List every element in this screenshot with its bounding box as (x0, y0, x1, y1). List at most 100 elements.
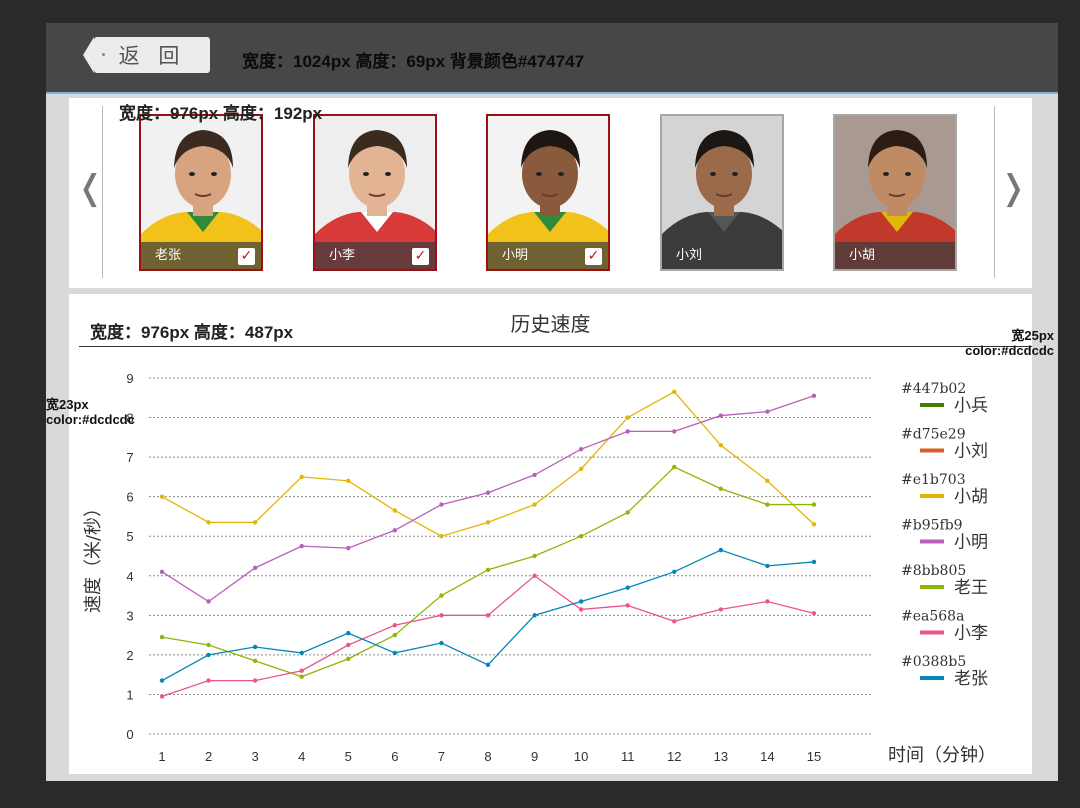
data-point (672, 429, 677, 434)
left-note-width: 宽23px (46, 397, 89, 412)
data-point (811, 522, 817, 527)
player-card[interactable]: 老张 ✓ (139, 114, 263, 271)
legend-label: 小明 (954, 533, 988, 553)
player-selector: ❬ ❭ 老张 ✓ 小李 ✓ 小明 ✓ 小刘 小胡 宽度：976px 高度：192px (69, 98, 1032, 288)
checkbox-checked-icon[interactable]: ✓ (585, 248, 602, 265)
data-point (346, 478, 351, 484)
data-point (765, 409, 770, 414)
data-point (625, 510, 630, 515)
player-name: 小刘 (662, 242, 782, 269)
legend-color-code: #8bb805 (901, 563, 966, 579)
data-point (811, 393, 817, 398)
legend-color-code: #d75e29 (901, 427, 966, 443)
app-frame: 返 回 宽度：1024px 高度：69px 背景颜色#474747 ❬ ❭ 老张… (46, 23, 1058, 781)
series-line (161, 391, 815, 537)
data-point (439, 640, 444, 646)
data-point (159, 494, 165, 499)
legend-label: 老王 (954, 578, 988, 598)
legend-label: 小刘 (954, 442, 988, 462)
legend-color-code: #0388b5 (901, 654, 966, 670)
data-point (578, 607, 584, 612)
y-tick-label: 2 (126, 648, 133, 663)
left-note-color: color:#dcdcdc (46, 412, 135, 427)
x-tick-label: 3 (252, 749, 259, 764)
legend-color-code: #b95fb9 (901, 518, 963, 534)
data-point (718, 413, 724, 418)
data-point (765, 563, 770, 569)
data-point (672, 464, 677, 470)
data-point (252, 565, 258, 571)
legend-color-code: #ea568a (901, 609, 964, 625)
legend-color-code: #e1b703 (901, 472, 966, 488)
x-tick-label: 4 (298, 749, 305, 764)
right-divider (994, 106, 995, 278)
data-point (206, 520, 211, 525)
x-tick-label: 10 (574, 749, 588, 764)
prev-arrow-button[interactable]: ❬ (76, 168, 105, 208)
back-button[interactable]: 返 回 (83, 37, 210, 73)
y-tick-label: 0 (126, 727, 133, 742)
player-name: 小胡 (835, 242, 955, 269)
legend-label: 小兵 (954, 396, 988, 416)
data-point (159, 694, 165, 699)
data-point (578, 447, 584, 452)
data-point (252, 520, 258, 525)
legend-color-code: #447b02 (901, 381, 966, 397)
legend-label: 老张 (954, 669, 988, 689)
next-arrow-button[interactable]: ❭ (999, 168, 1028, 208)
y-tick-label: 4 (126, 569, 133, 584)
y-tick-label: 7 (126, 450, 133, 465)
data-point (625, 603, 630, 608)
data-point (159, 569, 165, 575)
left-divider (102, 106, 103, 278)
data-point (206, 678, 211, 683)
data-point (299, 668, 304, 673)
data-point (578, 466, 584, 472)
data-point (299, 674, 304, 679)
data-point (439, 613, 444, 618)
data-point (672, 619, 677, 624)
player-card[interactable]: 小李 ✓ (313, 114, 437, 271)
legend-label: 小李 (954, 624, 988, 644)
x-tick-label: 14 (760, 749, 774, 764)
y-tick-label: 6 (126, 490, 133, 505)
data-point (159, 634, 165, 640)
y-tick-label: 1 (126, 687, 133, 702)
line-chart: 01234567891 2 3 4 5 6 7 8 9 10 11 12 13 14 15 时间（分钟）速度（… (83, 371, 996, 766)
checkbox-checked-icon[interactable]: ✓ (238, 248, 255, 265)
data-point (252, 658, 258, 664)
data-point (625, 585, 630, 590)
x-axis-label: 时间（分钟） (888, 745, 996, 766)
y-tick-label: 3 (126, 608, 133, 623)
data-point (392, 650, 398, 656)
data-point (346, 656, 351, 662)
player-card[interactable]: 小胡 (833, 114, 957, 271)
data-point (392, 632, 398, 638)
x-tick-label: 12 (667, 749, 681, 764)
data-point (532, 502, 537, 507)
data-point (765, 478, 770, 484)
data-point (532, 613, 537, 618)
checkbox-checked-icon[interactable]: ✓ (412, 248, 429, 265)
x-tick-label: 11 (621, 749, 635, 764)
data-point (299, 650, 304, 656)
x-tick-label: 15 (807, 749, 821, 764)
data-point (206, 642, 211, 648)
data-point (485, 662, 491, 667)
player-card[interactable]: 小明 ✓ (486, 114, 610, 271)
x-tick-label: 1 (158, 749, 165, 764)
data-point (811, 559, 817, 565)
right-margin-note: 宽25px color:#dcdcdc (952, 328, 1054, 358)
player-card[interactable]: 小刘 (660, 114, 784, 271)
data-point (718, 607, 724, 612)
data-point (206, 652, 211, 658)
data-point (299, 474, 304, 480)
data-point (439, 534, 444, 539)
data-point (811, 611, 817, 616)
data-point (811, 502, 817, 507)
data-point (532, 472, 537, 478)
right-note-color: color:#dcdcdc (965, 343, 1054, 358)
x-tick-label: 13 (714, 749, 728, 764)
data-point (532, 553, 537, 559)
data-point (346, 642, 351, 648)
